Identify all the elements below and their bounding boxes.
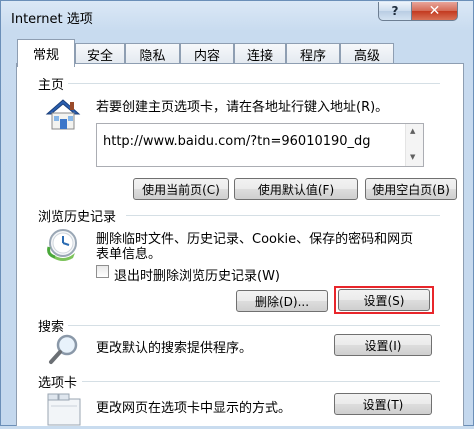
use-current-button[interactable]: 使用当前页(C) bbox=[133, 178, 229, 200]
history-divider bbox=[126, 215, 440, 216]
tab-security[interactable]: 安全 bbox=[75, 43, 125, 65]
tabs-description: 更改网页在选项卡中显示的方式。 bbox=[96, 401, 292, 416]
tab-connections[interactable]: 连接 bbox=[234, 43, 286, 65]
tabs-settings-button[interactable]: 设置(T) bbox=[334, 393, 432, 415]
search-settings-button[interactable]: 设置(I) bbox=[334, 334, 432, 356]
history-description-line2: 表单信息。 bbox=[96, 247, 162, 262]
title-bar[interactable]: Internet 选项 ? ✕ bbox=[1, 1, 473, 29]
homepage-group-title: 主页 bbox=[38, 78, 65, 93]
history-group-title: 浏览历史记录 bbox=[38, 210, 117, 225]
search-description: 更改默认的搜索提供程序。 bbox=[96, 341, 253, 356]
house-icon bbox=[45, 98, 81, 135]
tab-general[interactable]: 常规 bbox=[17, 39, 75, 67]
delete-on-exit-label[interactable]: 退出时删除浏览历史记录(W) bbox=[114, 265, 280, 284]
url-scrollbar[interactable]: ▲ ▼ bbox=[405, 124, 423, 166]
tab-privacy[interactable]: 隐私 bbox=[125, 43, 180, 65]
use-blank-button[interactable]: 使用空白页(B) bbox=[365, 178, 457, 200]
delete-history-button[interactable]: 删除(D)... bbox=[236, 290, 328, 312]
help-button[interactable]: ? bbox=[378, 2, 412, 21]
delete-on-exit-checkbox[interactable] bbox=[96, 265, 109, 278]
close-button[interactable]: ✕ bbox=[411, 2, 458, 21]
magnifier-icon bbox=[48, 333, 80, 368]
homepage-url-text: http://www.baidu.com/?tn=96010190_dg bbox=[103, 134, 371, 149]
homepage-url-input[interactable]: http://www.baidu.com/?tn=96010190_dg ▲ ▼ bbox=[96, 123, 424, 167]
scroll-up-icon[interactable]: ▲ bbox=[410, 127, 415, 135]
tabs-divider bbox=[82, 381, 440, 382]
tabs-window-icon bbox=[47, 393, 81, 429]
homepage-divider bbox=[68, 83, 440, 84]
tab-programs[interactable]: 程序 bbox=[286, 43, 340, 65]
scroll-down-icon[interactable]: ▼ bbox=[410, 153, 415, 161]
highlight-box bbox=[334, 286, 434, 314]
tab-content[interactable]: 内容 bbox=[180, 43, 234, 65]
use-default-button[interactable]: 使用默认值(F) bbox=[234, 178, 358, 200]
tab-advanced[interactable]: 高级 bbox=[340, 43, 394, 65]
history-clock-icon bbox=[45, 227, 81, 264]
search-divider bbox=[68, 325, 440, 326]
homepage-description: 若要创建主页选项卡，请在各地址行键入地址(R)。 bbox=[96, 100, 389, 115]
tabs-group-title: 选项卡 bbox=[38, 376, 78, 391]
window-title: Internet 选项 bbox=[11, 12, 93, 27]
